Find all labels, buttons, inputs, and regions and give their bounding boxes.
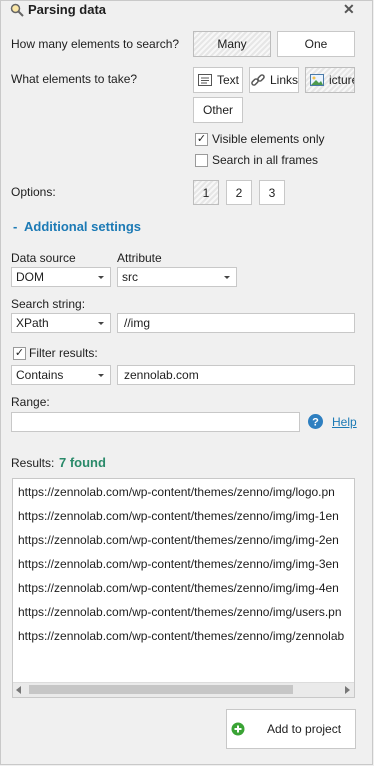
options-label: Options: [11,185,56,199]
search-type-select[interactable]: XPath [11,313,111,333]
picture-button-label: icture [329,73,354,87]
text-button[interactable]: Text [193,67,243,93]
all-frames-label: Search in all frames [212,153,319,167]
all-frames-checkbox[interactable] [195,154,208,167]
data-source-label: Data source [11,251,76,265]
visible-only-label: Visible elements only [212,132,325,146]
range-label: Range: [11,395,50,409]
list-item[interactable]: https://zennolab.com/wp-content/themes/z… [18,605,342,619]
links-button[interactable]: Links [249,67,299,93]
results-list[interactable]: https://zennolab.com/wp-content/themes/z… [12,478,355,698]
chain-link-icon [251,74,265,86]
list-item[interactable]: https://zennolab.com/wp-content/themes/z… [18,581,339,595]
data-source-select[interactable]: DOM [11,267,111,287]
scroll-right-icon[interactable] [345,686,350,694]
list-item[interactable]: https://zennolab.com/wp-content/themes/z… [18,485,335,499]
text-icon [197,74,212,86]
take-label: What elements to take? [11,72,138,86]
picture-icon [310,74,324,86]
list-item[interactable]: https://zennolab.com/wp-content/themes/z… [18,509,339,523]
visible-only-checkbox[interactable]: ✓ [195,133,208,146]
close-button[interactable]: ✕ [343,1,355,18]
count-label: How many elements to search? [11,37,180,51]
links-button-label: Links [269,73,298,87]
add-to-project-label: Add to project [267,722,342,736]
picture-button[interactable]: icture [305,67,355,93]
option-3-button[interactable]: 3 [259,180,285,205]
results-count: 7 found [59,455,106,470]
list-item[interactable]: https://zennolab.com/wp-content/themes/z… [18,533,339,547]
horizontal-scrollbar[interactable] [13,682,354,697]
svg-text:?: ? [312,417,319,429]
help-icon[interactable]: ? [307,413,324,430]
scroll-left-icon[interactable] [16,686,21,694]
filter-checkbox[interactable]: ✓ [13,347,26,360]
filter-mode-select[interactable]: Contains [11,365,111,385]
search-string-input[interactable]: //img [117,313,355,333]
additional-toggle[interactable]: - [13,219,17,234]
scrollbar-thumb[interactable] [29,685,293,694]
filter-label: Filter results: [29,346,98,360]
one-button[interactable]: One [277,31,355,57]
results-label: Results: [11,456,55,470]
add-to-project-button[interactable]: Add to project [226,709,356,749]
list-item[interactable]: https://zennolab.com/wp-content/themes/z… [18,629,344,643]
help-link[interactable]: Help [332,415,357,429]
attribute-label: Attribute [117,251,162,265]
many-button[interactable]: Many [193,31,271,57]
option-2-button[interactable]: 2 [226,180,252,205]
magnifier-icon [10,3,24,17]
range-input[interactable] [11,412,300,432]
panel-title: Parsing data [28,2,107,17]
add-circle-icon [231,722,245,736]
list-item[interactable]: https://zennolab.com/wp-content/themes/z… [18,557,339,571]
filter-value-input[interactable]: zennolab.com [117,365,355,385]
text-button-label: Text [216,73,239,87]
attribute-select[interactable]: src [117,267,237,287]
other-button[interactable]: Other [193,97,243,123]
option-1-button[interactable]: 1 [193,180,219,205]
additional-settings-label[interactable]: Additional settings [24,219,141,234]
search-string-label: Search string: [11,297,86,311]
